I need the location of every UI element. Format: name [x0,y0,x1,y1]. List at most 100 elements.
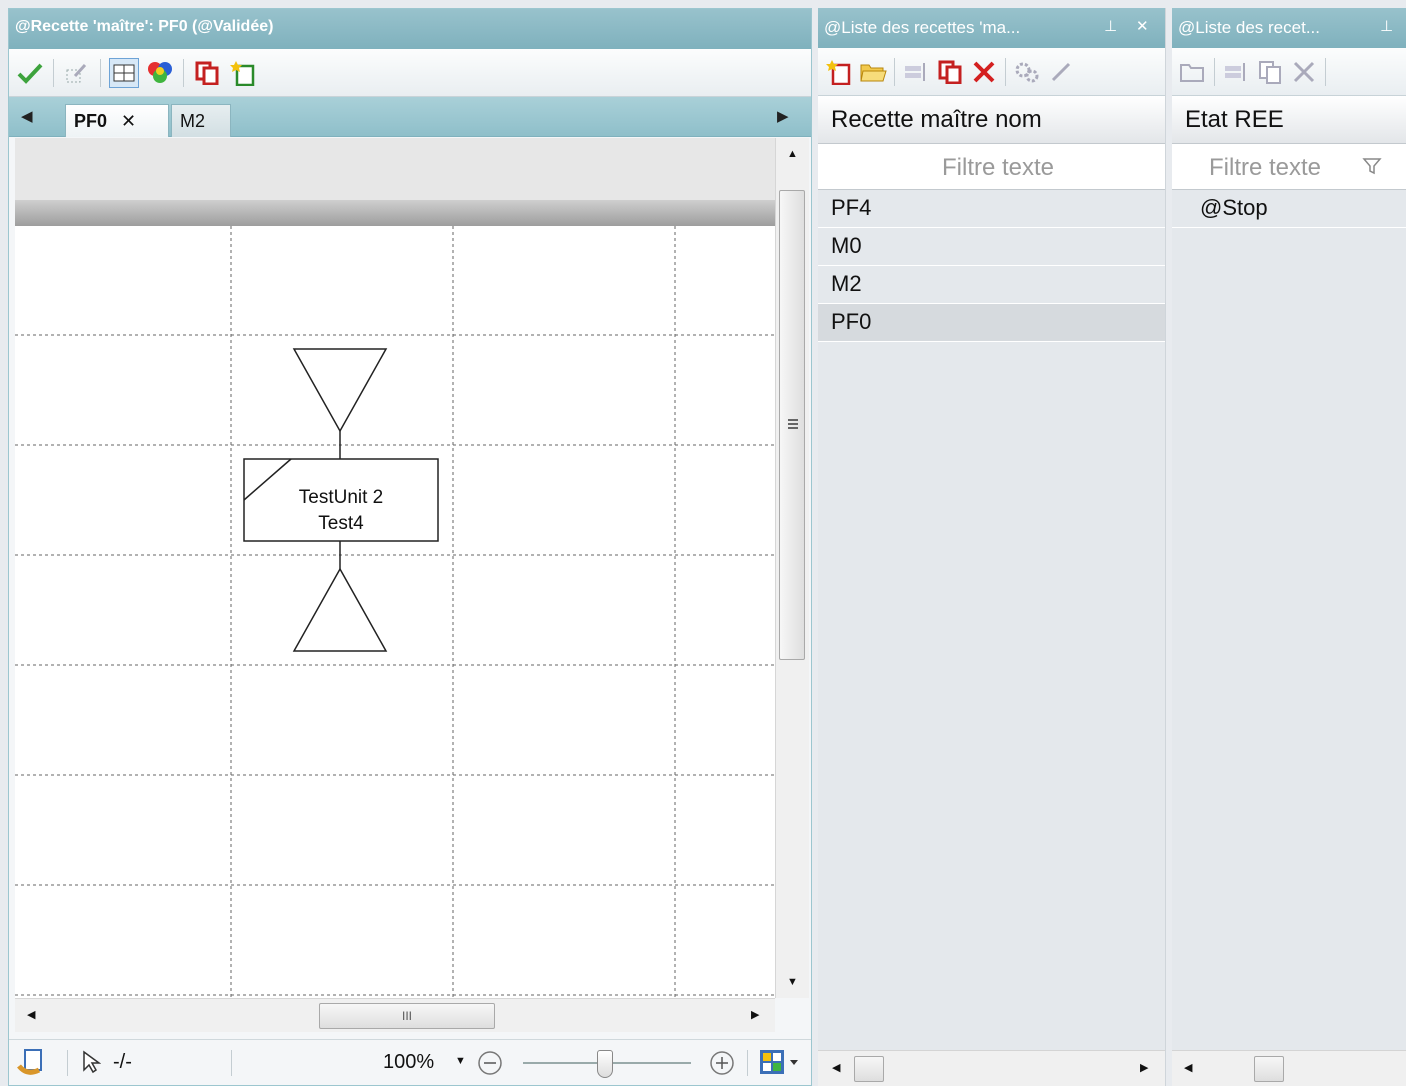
scroll-right-icon[interactable]: ▶ [751,1008,759,1021]
settings-button [1012,57,1042,87]
overview-map-icon[interactable] [759,1048,803,1078]
pencil-icon [1051,62,1071,81]
scroll-down-icon[interactable]: ▼ [787,976,798,988]
status-separator [67,1050,68,1076]
open-button[interactable] [858,57,888,87]
toolbar-separator [1214,57,1215,86]
delete-button [1289,57,1319,87]
column-header-state[interactable]: Etat REE [1172,96,1406,144]
insert-button [1221,57,1251,87]
filter-icon[interactable] [1362,156,1382,176]
list2-horizontal-scrollbar[interactable]: ◀ [1172,1050,1406,1086]
zoom-out-icon[interactable] [477,1050,503,1076]
list1-horizontal-scrollbar[interactable]: ◀ ▶ [818,1050,1165,1086]
tab-label: PF0 [74,110,108,131]
copy-button [1255,57,1285,87]
state-filter[interactable]: Filtre texte [1172,144,1406,190]
new-document-icon [826,59,851,85]
scroll-left-icon[interactable]: ◀ [832,1061,840,1074]
edit-properties-button[interactable] [62,58,92,88]
color-mode-button[interactable] [145,58,175,88]
delete-button[interactable] [969,57,999,87]
toolbar-separator [894,57,895,86]
gears-icon [1015,62,1039,82]
list-item-selected[interactable]: PF0 [818,304,1165,342]
validate-button[interactable] [15,58,45,88]
scroll-right-icon[interactable]: ▶ [1140,1061,1148,1074]
close-icon[interactable]: ✕ [1136,17,1149,35]
toolbar-separator [1325,57,1326,86]
filter-placeholder: Filtre texte [942,154,1055,181]
copy-button[interactable] [935,57,965,87]
horizontal-scroll-thumb[interactable] [1254,1056,1284,1082]
grid-toggle-button[interactable] [109,57,139,88]
recipe-name-filter[interactable]: Filtre texte [818,144,1165,190]
step-label[interactable]: TestUnit 2 Test4 [244,485,438,537]
toolbar-separator [1005,57,1006,86]
check-icon [17,63,43,84]
toolbar-separator [183,58,184,87]
canvas-vertical-scrollbar[interactable]: ▲ ▼ [775,138,809,998]
copy-button[interactable] [192,58,222,88]
canvas-horizontal-scrollbar[interactable]: ◀ III ▶ [15,998,775,1032]
grid-lines [15,226,775,998]
folder-open-icon [1180,63,1204,82]
tab-scroll-right-icon[interactable]: ▶ [777,107,789,125]
pin-icon[interactable]: ⊥ [1104,17,1117,35]
open-button [1178,57,1208,87]
insert-row-icon [905,62,925,81]
folder-open-icon [860,64,887,81]
grid-icon [113,64,135,81]
recipe-list-panel-2: @Liste des recet... ⊥ Etat REE Filtre te… [1172,8,1406,1086]
scroll-left-icon[interactable]: ◀ [27,1008,35,1021]
horizontal-scroll-thumb[interactable]: III [319,1003,495,1029]
diagram-svg [15,226,775,998]
copy-icon [195,61,219,85]
zoom-slider-thumb[interactable] [597,1050,613,1078]
list2-title: @Liste des recet... [1178,18,1320,37]
list1-toolbar [818,48,1165,96]
zoom-dropdown-icon[interactable]: ▼ [455,1055,466,1067]
tab-pf0[interactable]: PF0 ✕ [65,104,169,137]
editor-toolbar [9,49,811,97]
close-icon[interactable]: ✕ [121,111,136,132]
delete-icon [973,61,995,82]
step-unit-label: TestUnit 2 [298,487,384,508]
status-separator [231,1050,232,1076]
list-item[interactable]: PF4 [818,190,1165,228]
recipe-rows: PF4 M0 M2 PF0 [818,190,1165,342]
recipe-editor-panel: @Recette 'maître': PF0 (@Validée) ◀ PF0 … [8,8,812,1086]
zoom-in-icon[interactable] [709,1050,735,1076]
print-preview-icon[interactable] [17,1048,49,1076]
zoom-level[interactable]: 100% [383,1051,434,1074]
edit-button [1046,57,1076,87]
toolbar-separator [53,58,54,87]
filter-placeholder: Filtre texte [1209,154,1322,181]
list-item[interactable]: M2 [818,266,1165,304]
new-recipe-button[interactable] [824,57,854,87]
vertical-scroll-thumb[interactable] [779,190,805,660]
list1-title: @Liste des recettes 'ma... [824,18,1021,37]
state-rows: @Stop [1172,190,1406,228]
list-item[interactable]: M0 [818,228,1165,266]
tab-m2[interactable]: M2 [171,104,231,137]
diagram-canvas[interactable]: TestUnit 2 Test4 [15,138,775,998]
tab-scroll-left-icon[interactable]: ◀ [21,107,33,125]
new-recipe-button[interactable] [228,58,258,88]
insert-button [901,57,931,87]
color-heart-icon [148,61,172,83]
grip-icon: III [401,1009,412,1023]
scroll-left-icon[interactable]: ◀ [1184,1061,1192,1074]
pin-icon[interactable]: ⊥ [1380,17,1393,35]
pointer-icon[interactable] [81,1050,101,1074]
scroll-up-icon[interactable]: ▲ [787,148,798,160]
new-document-icon [230,60,255,86]
edit-grid-icon [66,63,87,82]
master-recipe-list-panel: @Liste des recettes 'ma... ⊥ ✕ Recette m… [818,8,1166,1086]
list2-toolbar [1172,48,1406,96]
list-item[interactable]: @Stop [1172,190,1406,228]
copy-icon [1259,60,1281,84]
column-header-recipe-name[interactable]: Recette maître nom [818,96,1165,144]
status-separator [747,1050,748,1076]
horizontal-scroll-thumb[interactable] [854,1056,884,1082]
